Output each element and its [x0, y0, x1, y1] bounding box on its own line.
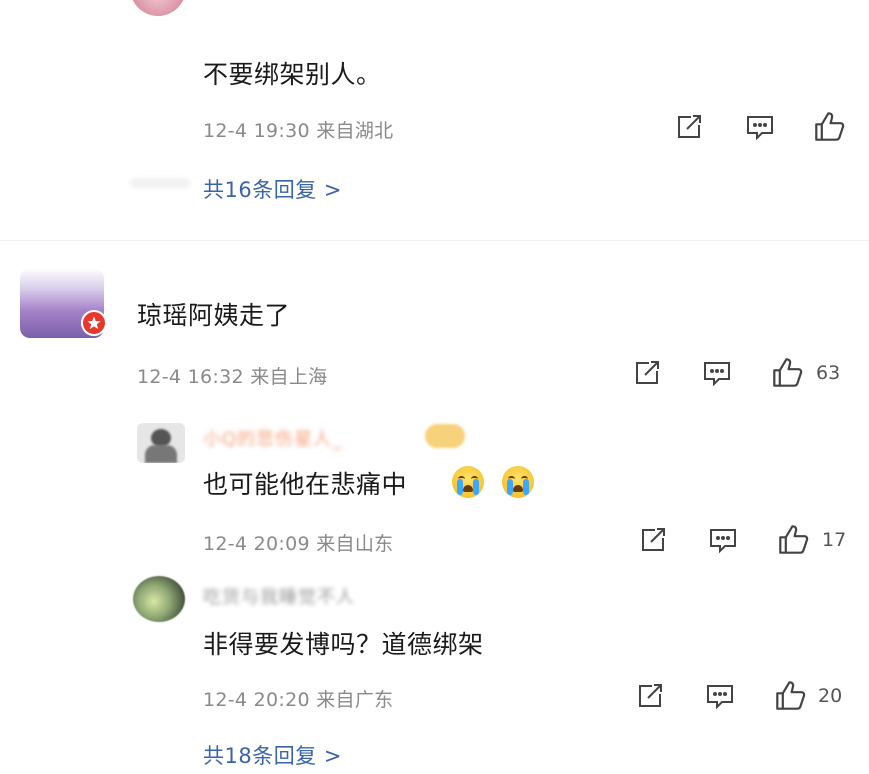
like-icon — [776, 681, 806, 710]
verified-badge — [81, 310, 107, 336]
replies-link-main[interactable]: 共18条回复 > — [203, 740, 342, 770]
comment-text-top: 不要绑架别人。 — [203, 60, 382, 89]
comment-icon — [710, 529, 736, 554]
like-button-top[interactable] — [813, 110, 846, 143]
reply-1-text: 也可能他在悲痛中 — [203, 470, 408, 499]
reply-2-meta: 12-4 20:20 来自广东 — [203, 689, 394, 711]
like-button-main[interactable] — [771, 356, 804, 389]
faded-line — [130, 178, 190, 188]
share-icon — [639, 684, 662, 707]
like-icon — [773, 358, 803, 387]
like-count-reply-2: 20 — [818, 685, 843, 707]
like-count-reply-1: 17 — [822, 529, 847, 551]
avatar-reply-1[interactable] — [137, 423, 185, 463]
crying-face-icon — [502, 466, 534, 498]
share-icon — [678, 115, 701, 138]
comment-button-reply-2[interactable] — [705, 681, 735, 711]
avatar-top-partial[interactable] — [130, 0, 186, 16]
reply-2-text: 非得要发博吗？道德绑架 — [203, 630, 484, 659]
comment-icon — [747, 116, 773, 141]
crying-face-icon — [452, 466, 484, 498]
user-badge-icon — [425, 424, 465, 448]
comment-button-main[interactable] — [702, 358, 732, 388]
share-icon — [642, 528, 665, 551]
comment-meta-main: 12-4 16:32 来自上海 — [137, 366, 328, 388]
comment-meta-top: 12-4 19:30 来自湖北 — [203, 120, 394, 142]
share-button-reply-2[interactable] — [635, 681, 665, 711]
like-count-main: 63 — [816, 362, 841, 384]
comment-button-top[interactable] — [745, 112, 775, 142]
comment-icon — [707, 685, 733, 710]
avatar-reply-2[interactable] — [133, 576, 185, 622]
reply-1-username[interactable]: 小Q的悲伤星人_ — [203, 425, 342, 451]
like-button-reply-2[interactable] — [774, 679, 807, 712]
divider — [0, 240, 869, 241]
share-button-main[interactable] — [632, 358, 662, 388]
share-icon — [636, 361, 659, 384]
comment-button-reply-1[interactable] — [708, 525, 738, 555]
reply-1-meta: 12-4 20:09 来自山东 — [203, 533, 394, 555]
replies-link-top[interactable]: 共16条回复 > — [203, 174, 342, 204]
share-button-top[interactable] — [674, 112, 704, 142]
like-icon — [779, 525, 809, 554]
comment-text-main: 琼瑶阿姨走了 — [137, 301, 291, 330]
share-button-reply-1[interactable] — [638, 525, 668, 555]
like-button-reply-1[interactable] — [777, 523, 810, 556]
like-icon — [815, 112, 845, 141]
verified-icon — [87, 316, 101, 330]
comment-icon — [704, 362, 730, 387]
reply-2-username[interactable]: 吃货与我睡觉不人 — [203, 583, 355, 609]
